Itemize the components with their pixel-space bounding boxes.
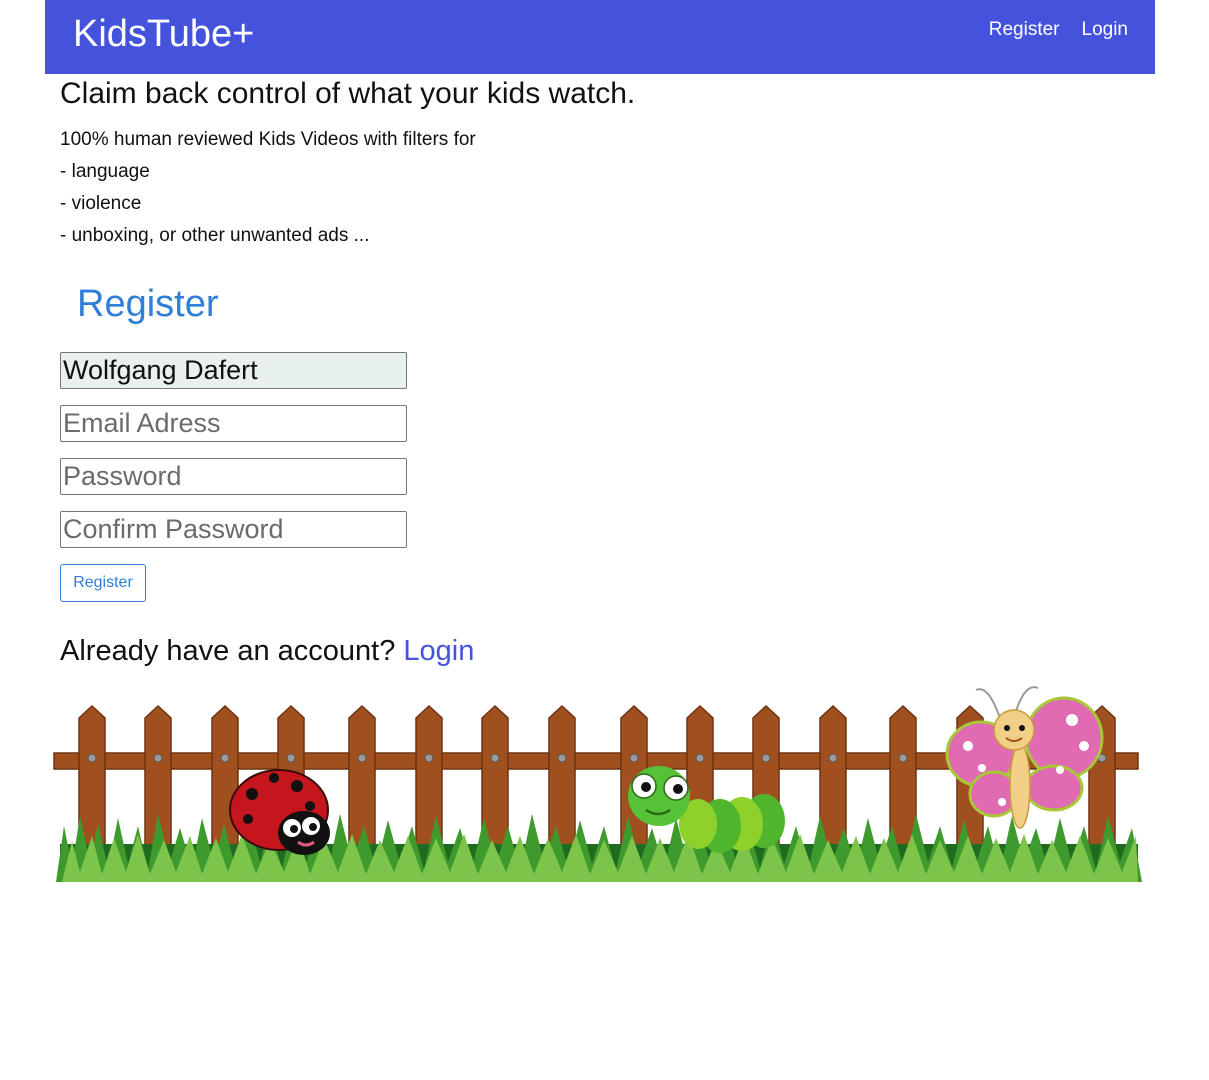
- password-field[interactable]: [60, 458, 407, 495]
- register-submit-button[interactable]: Register: [60, 564, 146, 602]
- garden-illustration: [53, 686, 1142, 882]
- register-title: Register: [77, 283, 219, 325]
- confirm-password-field[interactable]: [60, 511, 407, 548]
- feature-list: 100% human reviewed Kids Videos with fil…: [60, 124, 476, 252]
- login-prompt: Already have an account? Login: [60, 634, 474, 668]
- name-field[interactable]: [60, 352, 407, 389]
- email-field[interactable]: [60, 405, 407, 442]
- feature-intro: 100% human reviewed Kids Videos with fil…: [60, 129, 476, 150]
- brand-logo[interactable]: KidsTube+: [73, 12, 254, 56]
- nav-login-link[interactable]: Login: [1082, 18, 1129, 42]
- feature-violence: - violence: [60, 193, 142, 214]
- nav-register-link[interactable]: Register: [989, 18, 1060, 42]
- login-link[interactable]: Login: [403, 635, 474, 667]
- page-headline: Claim back control of what your kids wat…: [60, 77, 636, 110]
- top-navbar: KidsTube+ Register Login: [45, 0, 1155, 74]
- feature-unboxing: - unboxing, or other unwanted ads ...: [60, 225, 370, 246]
- feature-language: - language: [60, 161, 150, 182]
- login-prompt-text: Already have an account?: [60, 635, 396, 667]
- nav-links: Register Login: [989, 18, 1128, 42]
